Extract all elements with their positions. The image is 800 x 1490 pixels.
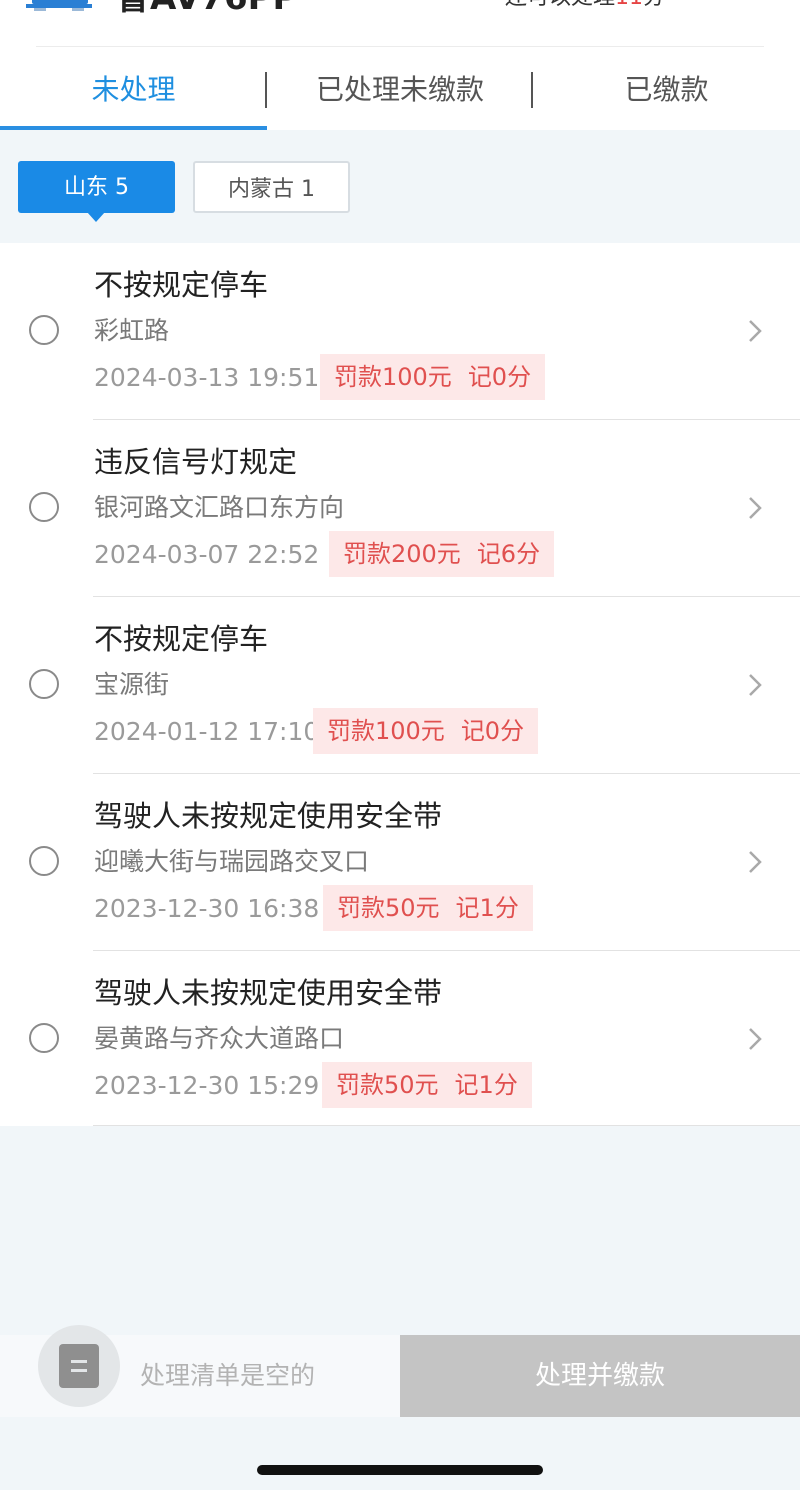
violation-title: 驾驶人未按规定使用安全带 (94, 799, 443, 833)
violation-item[interactable]: 不按规定停车 彩虹路 2024-03-13 19:51 罚款100元 记0分 (0, 243, 800, 420)
penalty-points: 记1分 (455, 894, 519, 922)
violation-location: 银河路文汇路口东方向 (94, 493, 345, 522)
status-tabs: 未处理 已处理未缴款 已缴款 (0, 48, 800, 130)
violation-location: 宝源街 (94, 670, 170, 699)
province-chip-shandong[interactable]: 山东 5 (18, 161, 175, 213)
fine-amount: 罚款50元 (337, 894, 440, 922)
process-and-pay-button[interactable]: 处理并缴款 (400, 1335, 800, 1417)
list-icon (59, 1344, 99, 1388)
chevron-right-icon (749, 674, 762, 696)
violation-datetime: 2024-01-12 17:10 (94, 717, 320, 746)
penalty-points: 记1分 (454, 1071, 518, 1099)
fine-amount: 罚款200元 (343, 540, 461, 568)
radio-circle-icon[interactable] (29, 669, 59, 699)
home-indicator[interactable] (257, 1465, 543, 1475)
radio-circle-icon[interactable] (29, 315, 59, 345)
violation-datetime: 2024-03-07 22:52 (94, 540, 320, 569)
violation-title: 不按规定停车 (94, 268, 269, 302)
violation-location: 迎曦大街与瑞园路交叉口 (94, 847, 370, 876)
item-divider (93, 1125, 800, 1126)
penalty-badge: 罚款100元 记0分 (320, 354, 546, 400)
penalty-badge: 罚款200元 记6分 (329, 531, 555, 577)
violation-location: 彩虹路 (94, 316, 170, 345)
penalty-badge: 罚款100元 记0分 (313, 708, 539, 754)
violation-title: 违反信号灯规定 (94, 445, 298, 479)
tab-paid[interactable]: 已缴款 (533, 48, 800, 130)
tab-unprocessed[interactable]: 未处理 (0, 48, 267, 130)
remaining-score: 还可以处理11分 (505, 0, 665, 12)
violation-datetime: 2023-12-30 16:38 (94, 894, 320, 923)
penalty-points: 记0分 (467, 363, 532, 391)
score-prefix: 还可以处理 (505, 0, 615, 10)
header-divider (36, 46, 764, 47)
license-plate: 鲁AV76PP (116, 0, 297, 18)
violation-item[interactable]: 驾驶人未按规定使用安全带 迎曦大街与瑞园路交叉口 2023-12-30 16:3… (0, 774, 800, 951)
empty-list-text: 处理清单是空的 (140, 1361, 316, 1390)
radio-circle-icon[interactable] (29, 492, 59, 522)
fine-amount: 罚款100元 (334, 363, 452, 391)
violation-location: 晏黄路与齐众大道路口 (94, 1024, 345, 1053)
score-value: 11 (615, 0, 643, 10)
violation-item[interactable]: 违反信号灯规定 银河路文汇路口东方向 2024-03-07 22:52 罚款20… (0, 420, 800, 597)
violation-title: 不按规定停车 (94, 622, 269, 656)
fine-amount: 罚款100元 (327, 717, 445, 745)
chip-pointer-icon (87, 212, 105, 222)
violation-item[interactable]: 驾驶人未按规定使用安全带 晏黄路与齐众大道路口 2023-12-30 15:29… (0, 951, 800, 1128)
violation-item[interactable]: 不按规定停车 宝源街 2024-01-12 17:10 罚款100元 记0分 (0, 597, 800, 774)
radio-circle-icon[interactable] (29, 1023, 59, 1053)
penalty-points: 记0分 (460, 717, 525, 745)
violation-datetime: 2024-03-13 19:51 (94, 363, 320, 392)
chevron-right-icon (749, 851, 762, 873)
violation-list: 不按规定停车 彩虹路 2024-03-13 19:51 罚款100元 记0分 违反… (0, 243, 800, 1126)
chevron-right-icon (749, 1028, 762, 1050)
violation-datetime: 2023-12-30 15:29 (94, 1071, 320, 1100)
penalty-badge: 罚款50元 记1分 (322, 1062, 532, 1108)
violation-title: 驾驶人未按规定使用安全带 (94, 976, 443, 1010)
radio-circle-icon[interactable] (29, 846, 59, 876)
score-suffix: 分 (643, 0, 665, 10)
fine-amount: 罚款50元 (336, 1071, 439, 1099)
chevron-right-icon (749, 320, 762, 342)
chevron-right-icon (749, 497, 762, 519)
province-chip-neimenggu[interactable]: 内蒙古 1 (193, 161, 350, 213)
penalty-points: 记6分 (476, 540, 541, 568)
car-icon (26, 0, 92, 11)
tab-processed-unpaid[interactable]: 已处理未缴款 (267, 48, 533, 130)
penalty-badge: 罚款50元 记1分 (323, 885, 533, 931)
